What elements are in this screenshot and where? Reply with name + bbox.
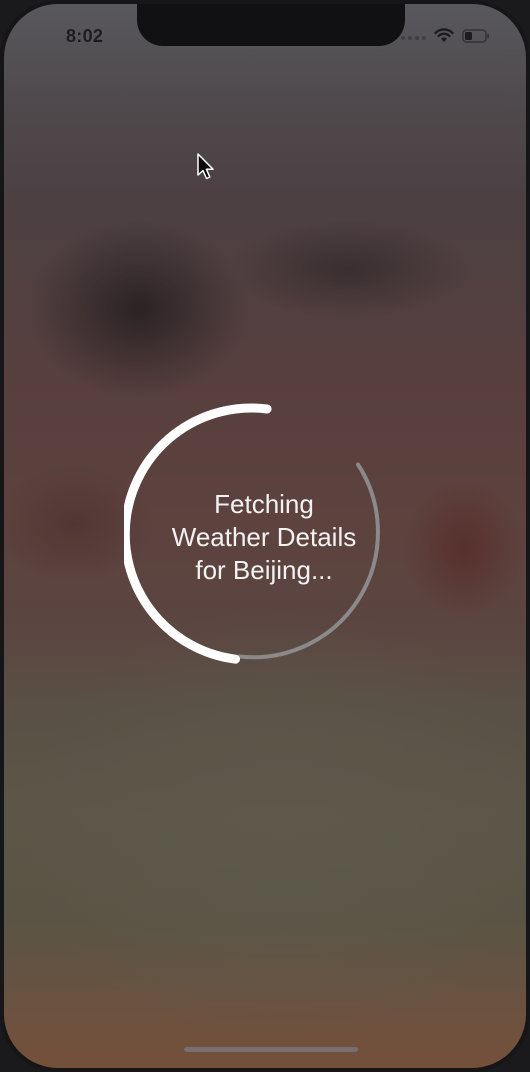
home-indicator[interactable] [184, 1047, 358, 1052]
wifi-icon [434, 28, 454, 48]
cellular-dots-icon [401, 36, 426, 40]
battery-icon [462, 28, 490, 48]
loading-line-1: Fetching [214, 489, 314, 519]
phone-frame: 8:02 Fetching Weather Details for Beijin… [0, 0, 530, 1072]
app-screen: 8:02 Fetching Weather Details for Beijin… [4, 4, 526, 1068]
mouse-cursor-icon [197, 153, 214, 180]
loading-line-3: for Beijing... [195, 555, 333, 585]
device-notch [137, 4, 405, 46]
loading-indicator: Fetching Weather Details for Beijing... [124, 394, 404, 674]
status-icons [401, 28, 490, 48]
loading-message: Fetching Weather Details for Beijing... [124, 488, 404, 587]
loading-line-2: Weather Details [171, 522, 357, 552]
status-time: 8:02 [66, 26, 104, 46]
